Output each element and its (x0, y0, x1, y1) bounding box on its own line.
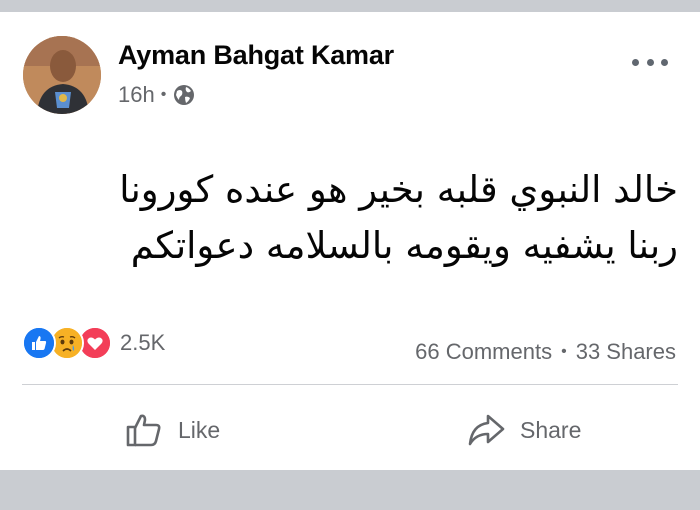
post-time[interactable]: 16h (118, 82, 155, 108)
avatar[interactable] (23, 36, 101, 114)
avatar-image (23, 36, 101, 114)
post-card: Ayman Bahgat Kamar 16h • خالد النبوي قلب… (0, 12, 700, 470)
reactions-summary[interactable]: 2.5K (22, 326, 165, 360)
post-meta: 16h • (118, 82, 195, 108)
comments-count[interactable]: 66 Comments (415, 339, 552, 365)
like-reaction-icon (22, 326, 56, 360)
feed-gap (0, 490, 700, 510)
share-label: Share (520, 416, 582, 443)
share-button[interactable]: Share (466, 406, 581, 454)
globe-icon[interactable] (173, 84, 195, 106)
post-text-line: خالد النبوي قلبه بخير هو عنده كورونا (119, 168, 678, 211)
engagement-stats: 66 Comments • 33 Shares (415, 339, 676, 365)
like-label: Like (178, 416, 221, 443)
author-name[interactable]: Ayman Bahgat Kamar (118, 40, 394, 71)
divider (22, 384, 678, 385)
reaction-count[interactable]: 2.5K (120, 330, 165, 356)
post-text-line: ربنا يشفيه ويقومه بالسلامه دعواتكم (130, 224, 678, 267)
like-button[interactable]: Like (124, 406, 220, 454)
meta-separator: • (160, 86, 167, 103)
share-arrow-icon (468, 414, 505, 446)
more-options-icon[interactable] (632, 52, 668, 72)
shares-count[interactable]: 33 Shares (576, 339, 676, 365)
thumbs-up-icon (126, 414, 161, 447)
stats-separator: • (561, 343, 567, 360)
post-text: خالد النبوي قلبه بخير هو عنده كورونا ربن… (38, 162, 678, 274)
